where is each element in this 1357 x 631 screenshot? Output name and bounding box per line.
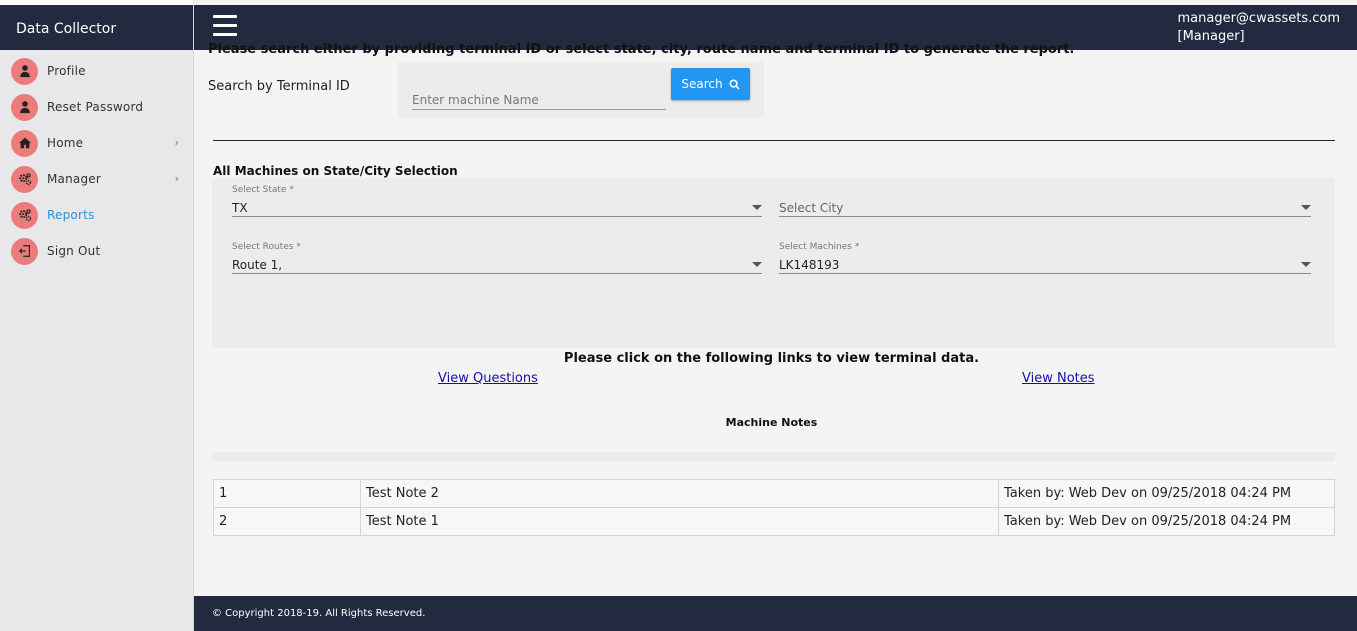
machines-field: Select Machines * LK148193 (779, 242, 1311, 274)
search-icon (729, 78, 740, 90)
caret-down-icon (752, 205, 762, 210)
chevron-right-icon: › (174, 136, 179, 149)
sidebar: Data Collector Profile Reset Password Ho… (0, 0, 194, 631)
sidebar-item-manager[interactable]: Manager › (0, 161, 193, 197)
copyright-text: © Copyright 2018-19. All Rights Reserved… (212, 608, 426, 619)
sidebar-item-label: Profile (47, 64, 86, 78)
machines-value: LK148193 (779, 258, 840, 272)
state-value: TX (232, 201, 248, 215)
machine-notes-heading: Machine Notes (725, 416, 818, 429)
sidebar-item-reports[interactable]: Reports (0, 197, 193, 233)
machines-select[interactable]: LK148193 (779, 254, 1311, 274)
selection-panel: Select State * TX Select City Select Rou… (212, 178, 1335, 348)
state-field: Select State * TX (232, 185, 762, 217)
city-placeholder: Select City (779, 201, 844, 215)
home-icon (11, 129, 38, 157)
routes-select[interactable]: Route 1, (232, 254, 762, 274)
caret-down-icon (1301, 205, 1311, 210)
notes-strip (212, 452, 1335, 461)
search-box: Search (398, 62, 764, 118)
sidebar-item-label: Reset Password (47, 100, 144, 114)
user-icon (11, 93, 38, 121)
note-number: 2 (213, 507, 361, 536)
hamburger-menu-icon[interactable] (213, 15, 237, 37)
user-info[interactable]: manager@cwassets.com [Manager] (1178, 10, 1341, 46)
sidebar-nav: Profile Reset Password Home › Manager › (0, 50, 193, 269)
note-text: Test Note 2 (360, 479, 999, 508)
sidebar-item-sign-out[interactable]: Sign Out (0, 233, 193, 269)
state-label: Select State * (232, 185, 294, 195)
selection-title: All Machines on State/City Selection (213, 164, 458, 178)
sign-out-icon (11, 237, 38, 265)
main-content: Please search either by providing termin… (194, 42, 1357, 596)
links-heading: Please click on the following links to v… (563, 351, 980, 366)
footer: © Copyright 2018-19. All Rights Reserved… (194, 596, 1357, 631)
table-row: 1 Test Note 2 Taken by: Web Dev on 09/25… (213, 479, 1335, 508)
chevron-right-icon: › (174, 172, 179, 185)
divider (213, 140, 1335, 141)
search-button-label: Search (681, 77, 723, 91)
sidebar-item-home[interactable]: Home › (0, 125, 193, 161)
search-instruction: Please search either by providing termin… (208, 42, 1075, 57)
user-icon (11, 57, 38, 85)
sidebar-item-profile[interactable]: Profile (0, 53, 193, 89)
table-row: 2 Test Note 1 Taken by: Web Dev on 09/25… (213, 507, 1335, 536)
search-terminal-label: Search by Terminal ID (208, 79, 350, 94)
machines-label: Select Machines * (779, 242, 860, 252)
city-select[interactable]: Select City (779, 197, 1311, 217)
sidebar-item-label: Sign Out (47, 244, 101, 258)
gears-icon (11, 165, 38, 193)
state-select[interactable]: TX (232, 197, 762, 217)
view-notes-link[interactable]: View Notes (1022, 371, 1095, 386)
brand-title: Data Collector (0, 0, 193, 50)
routes-field: Select Routes * Route 1, (232, 242, 762, 274)
note-taken-by: Taken by: Web Dev on 09/25/2018 04:24 PM (998, 479, 1335, 508)
note-taken-by: Taken by: Web Dev on 09/25/2018 04:24 PM (998, 507, 1335, 536)
user-email: manager@cwassets.com (1177, 11, 1341, 26)
notes-table: 1 Test Note 2 Taken by: Web Dev on 09/25… (213, 479, 1335, 536)
sidebar-item-label: Home (47, 136, 84, 150)
gears-icon (11, 201, 38, 229)
note-text: Test Note 1 (360, 507, 999, 536)
view-questions-link[interactable]: View Questions (438, 371, 538, 386)
sidebar-item-label: Reports (47, 208, 95, 222)
search-button[interactable]: Search (671, 68, 750, 100)
sidebar-item-label: Manager (47, 172, 101, 186)
user-role: [Manager] (1177, 29, 1245, 44)
caret-down-icon (1301, 262, 1311, 267)
terminal-id-input[interactable] (412, 84, 666, 110)
note-number: 1 (213, 479, 361, 508)
routes-value: Route 1, (232, 258, 283, 272)
caret-down-icon (752, 262, 762, 267)
sidebar-item-reset-password[interactable]: Reset Password (0, 89, 193, 125)
city-field: Select City (779, 185, 1311, 217)
routes-label: Select Routes * (232, 242, 301, 252)
